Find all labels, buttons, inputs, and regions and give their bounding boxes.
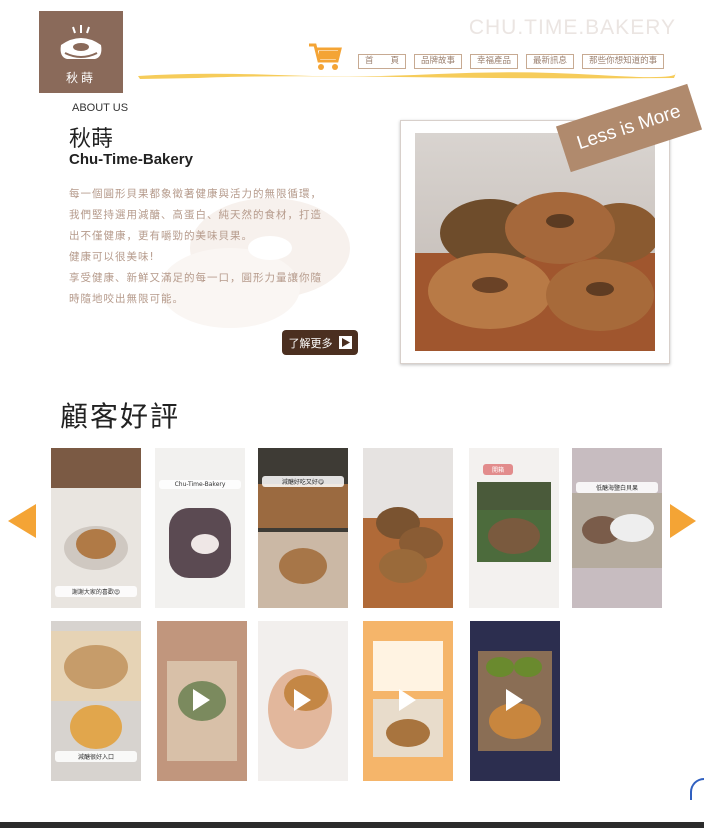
nav-products[interactable]: 幸福產品	[470, 54, 519, 69]
about-line: 我們堅持選用減醣、高蛋白、純天然的食材，打造	[69, 209, 322, 221]
video-play-icon[interactable]	[399, 689, 416, 711]
video-play-icon[interactable]	[193, 689, 210, 711]
carousel-next-arrow-icon[interactable]	[670, 504, 696, 538]
about-line: 每一個圓形貝果都象徵著健康與活力的無限循環，	[69, 188, 322, 200]
cart-icon[interactable]	[308, 42, 342, 72]
nav-home[interactable]: 首 頁	[358, 54, 407, 69]
logo-text: 秋蒔	[65, 71, 96, 85]
review-card[interactable]: Chu-Time-Bakery	[155, 448, 245, 608]
carousel-prev-arrow-icon[interactable]	[8, 504, 36, 538]
bagel-cup-icon	[60, 25, 102, 59]
about-line: 時隨地咬出無限可能。	[69, 293, 184, 305]
review-card[interactable]: 減醣好吃又好😋	[258, 448, 348, 608]
brand-watermark: CHU.TIME.BAKERY	[468, 16, 676, 39]
about-subtitle: Chu-Time-Bakery	[69, 151, 193, 168]
review-card[interactable]	[363, 621, 453, 781]
review-caption: 減醣很好入口	[55, 751, 137, 762]
about-label: ABOUT US	[72, 102, 129, 114]
review-card[interactable]	[363, 448, 453, 608]
video-play-icon[interactable]	[506, 689, 523, 711]
bagel-photo-frame	[400, 120, 670, 364]
footer-bar	[0, 822, 704, 828]
about-title: 秋蒔	[69, 127, 114, 152]
brush-divider	[138, 72, 676, 79]
reviews-title: 顧客好評	[60, 400, 181, 433]
nav-news[interactable]: 最新訊息	[526, 54, 575, 69]
video-play-icon[interactable]	[294, 689, 311, 711]
nav-brand-story[interactable]: 品牌故事	[414, 54, 463, 69]
review-card[interactable]: 低醣海鹽白貝果	[572, 448, 662, 608]
review-card[interactable]	[157, 621, 247, 781]
review-card[interactable]	[470, 621, 560, 781]
about-body: 每一個圓形貝果都象徵著健康與活力的無限循環， 我們堅持選用減醣、高蛋白、純天然的…	[69, 184, 351, 310]
review-caption: 低醣海鹽白貝果	[576, 482, 658, 493]
review-caption: 減醣好吃又好😋	[262, 476, 344, 487]
chat-widget-edge[interactable]	[690, 778, 704, 800]
bagel-photo	[415, 133, 655, 351]
about-line: 出不僅健康，更有嚼勁的美味貝果。	[69, 230, 253, 242]
learn-more-button[interactable]: 了解更多	[282, 330, 358, 355]
play-icon	[338, 336, 352, 349]
review-card[interactable]: 開箱	[469, 448, 559, 608]
review-caption: Chu-Time-Bakery	[159, 480, 241, 489]
review-caption: 謝謝大家的喜歡😍	[55, 586, 137, 597]
about-line: 享受健康、新鮮又滿足的每一口，圓形力量讓你隨	[69, 272, 322, 284]
brand-logo[interactable]: 秋蒔	[39, 11, 123, 93]
review-caption: 開箱	[483, 464, 513, 475]
main-nav: 首 頁 品牌故事 幸福產品 最新訊息 那些你想知道的事	[358, 54, 665, 69]
review-card[interactable]	[258, 621, 348, 781]
review-card[interactable]: 減醣很好入口	[51, 621, 141, 781]
nav-faq[interactable]: 那些你想知道的事	[582, 54, 665, 69]
review-card[interactable]: 謝謝大家的喜歡😍	[51, 448, 141, 608]
about-line: 健康可以很美味!	[69, 251, 155, 263]
learn-more-label: 了解更多	[288, 336, 333, 350]
